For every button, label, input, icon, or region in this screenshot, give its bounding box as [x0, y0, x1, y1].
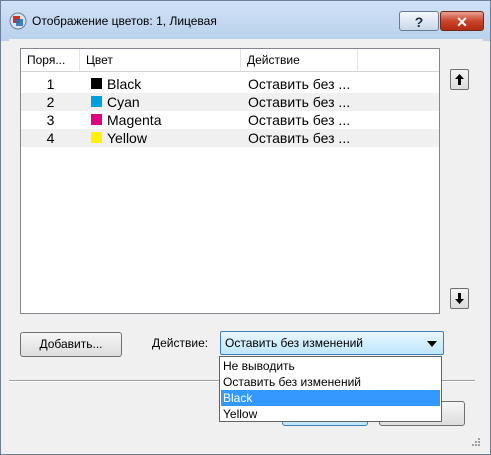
list-row[interactable]: 3 Magenta Оставить без ...	[21, 111, 439, 129]
dialog-body: Поря... Цвет Действие 1 Black Оставить б…	[9, 39, 483, 449]
row-action: Оставить без ...	[248, 112, 351, 128]
arrow-up-icon	[455, 74, 464, 85]
dropdown-option[interactable]: Не выводить	[221, 358, 440, 374]
color-swatch-icon	[91, 114, 102, 125]
app-icon	[9, 12, 27, 30]
list-row[interactable]: 4 Yellow Оставить без ...	[21, 129, 439, 147]
arrow-down-icon	[455, 293, 464, 304]
color-list[interactable]: Поря... Цвет Действие 1 Black Оставить б…	[20, 48, 440, 314]
color-swatch-icon	[91, 78, 102, 89]
row-action: Оставить без ...	[248, 130, 351, 146]
list-row[interactable]: 1 Black Оставить без ...	[21, 75, 439, 93]
move-up-button[interactable]	[450, 69, 469, 90]
resize-grip-icon[interactable]	[471, 437, 481, 447]
title-bar[interactable]: Отображение цветов: 1, Лицевая ? ✕	[1, 1, 490, 39]
action-dropdown-value: Оставить без изменений	[225, 336, 363, 350]
row-color-name: Yellow	[107, 130, 147, 146]
row-order: 2	[46, 94, 55, 110]
row-order: 3	[46, 112, 55, 128]
row-action: Оставить без ...	[248, 94, 351, 110]
row-action: Оставить без ...	[248, 76, 351, 92]
move-down-button[interactable]	[450, 288, 469, 309]
row-color-name: Cyan	[107, 94, 140, 110]
help-button[interactable]: ?	[399, 11, 439, 31]
list-row[interactable]: 2 Cyan Оставить без ...	[21, 93, 439, 111]
action-dropdown-list[interactable]: Не выводить Оставить без изменений Black…	[219, 356, 442, 422]
action-label: Действие:	[152, 336, 209, 350]
column-header-action[interactable]: Действие	[241, 49, 358, 71]
color-swatch-icon	[91, 132, 102, 143]
list-header: Поря... Цвет Действие	[21, 49, 439, 72]
dropdown-option[interactable]: Оставить без изменений	[221, 374, 440, 390]
dialog-window: Отображение цветов: 1, Лицевая ? ✕ Поря.…	[0, 0, 491, 455]
row-order: 4	[46, 130, 55, 146]
close-button[interactable]: ✕	[440, 11, 484, 31]
window-title: Отображение цветов: 1, Лицевая	[32, 14, 217, 28]
row-order: 1	[46, 76, 55, 92]
row-color-name: Black	[107, 76, 142, 92]
dropdown-option[interactable]: Yellow	[221, 406, 440, 422]
dropdown-option-selected[interactable]: Black	[221, 390, 440, 406]
column-header-order[interactable]: Поря...	[21, 49, 80, 71]
chevron-down-icon	[427, 341, 437, 347]
action-dropdown[interactable]: Оставить без изменений	[220, 331, 444, 355]
add-button[interactable]: Добавить...	[20, 332, 122, 357]
column-header-color[interactable]: Цвет	[80, 49, 241, 71]
color-swatch-icon	[91, 96, 102, 107]
row-color-name: Magenta	[107, 112, 162, 128]
